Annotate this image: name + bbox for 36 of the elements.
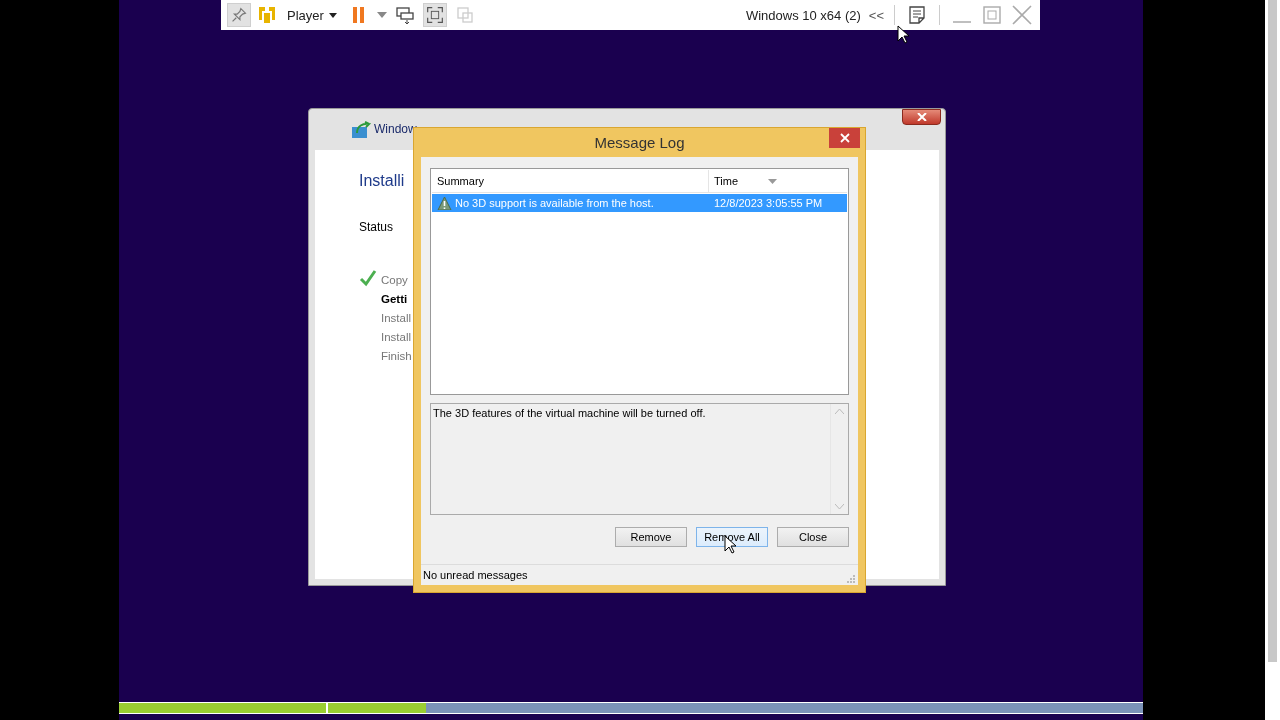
- scrollbar[interactable]: [1265, 0, 1280, 720]
- step-label: Install: [381, 331, 412, 343]
- close-icon[interactable]: [1010, 3, 1034, 27]
- close-button[interactable]: [902, 109, 941, 125]
- dialog-title: Message Log: [594, 134, 685, 151]
- status-label: Status: [359, 220, 394, 234]
- pin-icon[interactable]: [227, 3, 251, 27]
- restore-icon[interactable]: [980, 3, 1004, 27]
- step-label: Copy: [381, 274, 408, 286]
- dialog-button[interactable]: Close: [777, 527, 849, 547]
- column-header[interactable]: Summary: [432, 170, 709, 192]
- dialog-button[interactable]: Remove All: [696, 527, 768, 547]
- message-time: 12/8/2023 3:05:55 PM: [714, 197, 823, 209]
- message-summary: No 3D support is available from the host.: [455, 197, 654, 209]
- collapse-button[interactable]: <<: [868, 7, 884, 23]
- vm-name: Windows 10 x64 (2): [745, 7, 861, 23]
- logo-icon: [257, 5, 277, 25]
- message-detail: The 3D features of the virtual machine will be turned off.: [432, 406, 707, 421]
- column-header[interactable]: Time: [709, 170, 847, 192]
- step-label: Finish: [381, 350, 412, 362]
- scroll-down-icon[interactable]: [835, 504, 844, 510]
- close-button[interactable]: [829, 128, 860, 148]
- step-label: Install: [381, 312, 412, 324]
- scroll-up-icon[interactable]: [835, 408, 844, 414]
- dialog-button[interactable]: Remove: [615, 527, 687, 547]
- status-text: No unread messages: [423, 569, 528, 581]
- caret-icon[interactable]: [328, 12, 337, 18]
- fullscreen-icon[interactable]: [422, 3, 447, 27]
- warning-icon: [437, 196, 452, 210]
- resize-grip-icon[interactable]: [847, 575, 855, 583]
- close-icon[interactable]: [839, 133, 850, 143]
- setup-heading: Installi: [359, 172, 405, 190]
- setup-icon: [351, 120, 371, 139]
- player-menu[interactable]: Player: [283, 7, 341, 23]
- step-label: Getti: [381, 293, 408, 305]
- close-icon[interactable]: [916, 113, 927, 121]
